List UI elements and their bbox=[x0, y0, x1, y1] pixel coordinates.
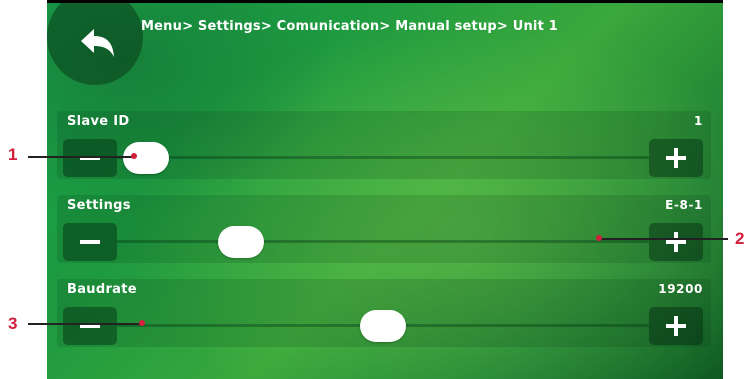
back-button[interactable] bbox=[47, 3, 143, 85]
device-screen: Menu> Settings> Comunication> Manual set… bbox=[47, 3, 723, 379]
baudrate-value: 19200 bbox=[658, 282, 703, 296]
back-arrow-icon bbox=[81, 29, 114, 57]
baudrate-decrease-button[interactable] bbox=[63, 307, 117, 345]
plus-icon bbox=[666, 232, 686, 252]
settings-increase-button[interactable] bbox=[649, 223, 703, 261]
baudrate-row: Baudrate 19200 bbox=[57, 279, 711, 347]
callout-2-label: 2 bbox=[735, 229, 745, 248]
callout-1-label: 1 bbox=[8, 145, 18, 164]
baudrate-slider-handle[interactable] bbox=[360, 310, 406, 342]
minus-icon bbox=[80, 324, 100, 328]
callout-1-dot bbox=[131, 153, 137, 159]
callout-1-line bbox=[28, 156, 134, 158]
slave-id-increase-button[interactable] bbox=[649, 139, 703, 177]
slave-id-value: 1 bbox=[694, 114, 703, 128]
settings-value: E-8-1 bbox=[665, 198, 703, 212]
slave-id-label: Slave ID bbox=[67, 114, 130, 129]
callout-2-line bbox=[598, 238, 728, 240]
settings-slider-handle[interactable] bbox=[217, 226, 264, 258]
settings-decrease-button[interactable] bbox=[63, 223, 117, 261]
settings-slider-track[interactable] bbox=[117, 240, 649, 243]
minus-icon bbox=[80, 156, 100, 160]
settings-label: Settings bbox=[67, 198, 131, 213]
callout-3-dot bbox=[139, 320, 145, 326]
baudrate-label: Baudrate bbox=[67, 282, 137, 297]
callout-3-line bbox=[28, 323, 142, 325]
slave-id-row: Slave ID 1 bbox=[57, 111, 711, 179]
breadcrumb: Menu> Settings> Comunication> Manual set… bbox=[141, 19, 558, 34]
slave-id-slider-track[interactable] bbox=[117, 156, 649, 159]
callout-3-label: 3 bbox=[8, 314, 18, 333]
callout-2-dot bbox=[596, 235, 602, 241]
baudrate-increase-button[interactable] bbox=[649, 307, 703, 345]
plus-icon bbox=[666, 316, 686, 336]
slave-id-slider-handle[interactable] bbox=[123, 142, 169, 174]
slave-id-decrease-button[interactable] bbox=[63, 139, 117, 177]
plus-icon bbox=[666, 148, 686, 168]
minus-icon bbox=[80, 240, 100, 244]
settings-row: Settings E-8-1 bbox=[57, 195, 711, 263]
